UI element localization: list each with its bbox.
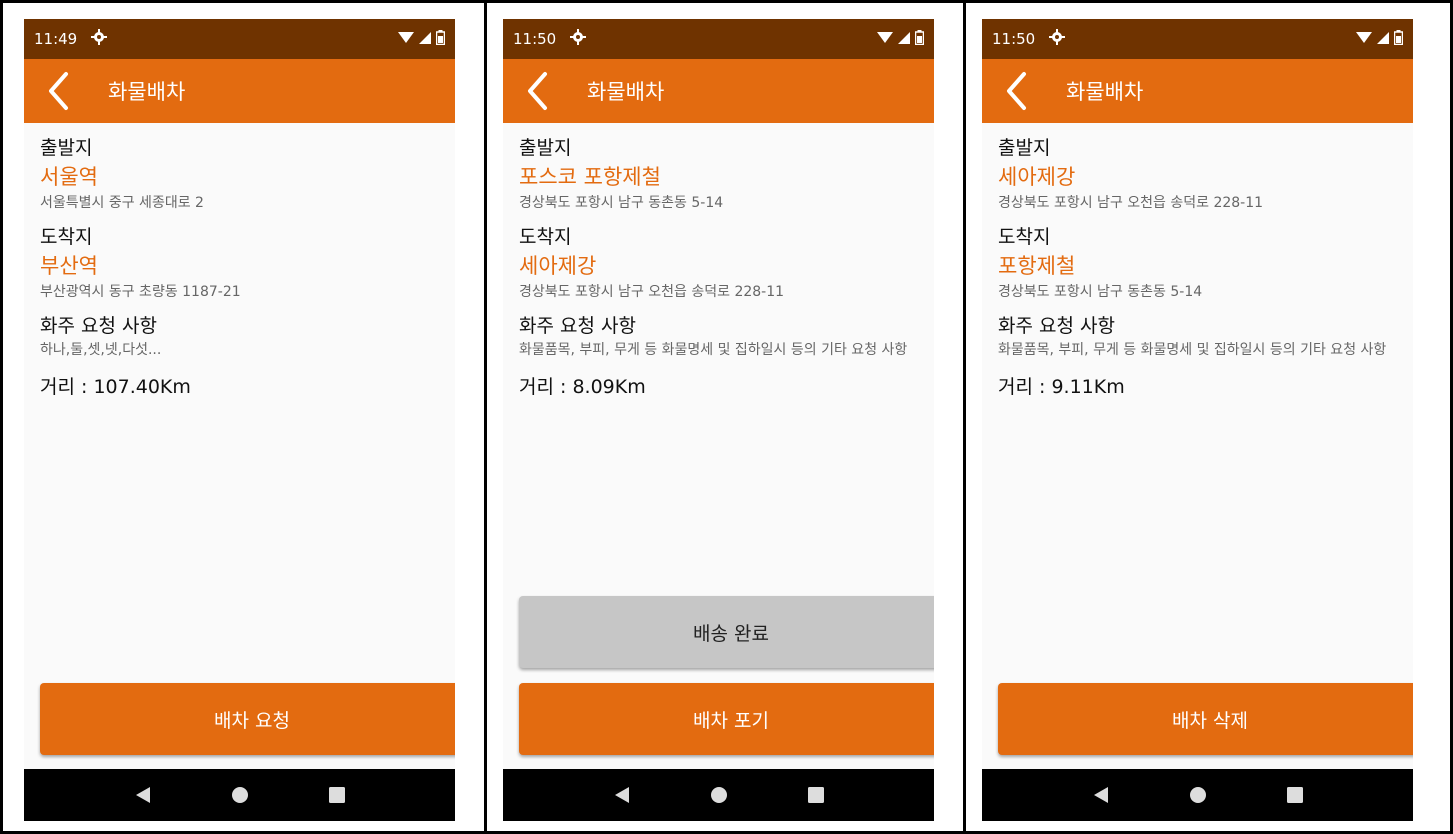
nav-recents-button[interactable]: [317, 775, 357, 815]
panel-divider: [963, 3, 966, 831]
back-arrow-icon: [528, 72, 547, 110]
delete-dispatch-button[interactable]: 배차 삭제: [998, 683, 1413, 755]
nav-back-button[interactable]: [123, 775, 163, 815]
request-text: 화물품목, 부피, 무게 등 화물명세 및 집하일시 등의 기타 요청 사항: [998, 342, 1387, 358]
request-text: 하나,둘,셋,넷,다섯...: [40, 342, 162, 358]
status-bar: 11:49: [24, 19, 455, 59]
app-title: 화물배차: [1066, 80, 1144, 104]
panel-divider: [484, 3, 487, 831]
nav-recents-icon: [1286, 787, 1303, 803]
distance-text: 거리 : 107.40Km: [40, 376, 191, 398]
back-arrow-icon: [49, 72, 68, 110]
wifi-icon: [398, 30, 414, 48]
nav-bar: [982, 769, 1413, 821]
arrival-label: 도착지: [998, 226, 1051, 248]
arrival-label: 도착지: [519, 226, 572, 248]
departure-name: 포스코 포항제철: [519, 165, 661, 189]
dispatch-details: 출발지 포스코 포항제철 경상북도 포항시 남구 동촌동 5-14 도착지 세아…: [519, 123, 920, 399]
phone-screen-3: 11:50 화물배차 출발지 세아제강 경상북도 포항시 남구 오천읍 송덕로 …: [982, 19, 1413, 821]
app-title: 화물배차: [587, 80, 665, 104]
arrival-name: 세아제강: [519, 254, 597, 278]
distance-text: 거리 : 9.11Km: [998, 376, 1125, 398]
back-button[interactable]: [30, 59, 86, 123]
nav-home-button[interactable]: [1178, 775, 1218, 815]
status-time: 11:50: [513, 30, 557, 48]
request-label: 화주 요청 사항: [40, 315, 157, 337]
nav-recents-icon: [807, 787, 824, 803]
nav-home-button[interactable]: [699, 775, 739, 815]
nav-home-icon: [710, 787, 727, 803]
arrival-address: 부산광역시 동구 초량동 1187-21: [40, 284, 241, 300]
back-arrow-icon: [1007, 72, 1026, 110]
status-icons: [1356, 29, 1404, 49]
arrival-name: 부산역: [40, 254, 98, 278]
departure-label: 출발지: [998, 137, 1051, 159]
status-bar: 11:50: [982, 19, 1413, 59]
gear-icon: [91, 29, 108, 49]
signal-icon: [898, 30, 910, 48]
back-button[interactable]: [988, 59, 1044, 123]
departure-address: 경상북도 포항시 남구 동촌동 5-14: [519, 195, 724, 211]
battery-icon: [914, 29, 925, 49]
arrival-label: 도착지: [40, 226, 93, 248]
signal-icon: [1377, 30, 1389, 48]
nav-back-icon: [614, 787, 629, 803]
departure-label: 출발지: [519, 137, 572, 159]
wifi-icon: [1356, 30, 1372, 48]
request-label: 화주 요청 사항: [519, 315, 636, 337]
status-bar: 11:50: [503, 19, 934, 59]
screenshot-collage: 11:49 화물배차 출발지 서울역 서울특별시 중구 세종대로 2 도착지 부…: [0, 0, 1453, 834]
phone-screen-2: 11:50 화물배차 출발지 포스코 포항제철 경상북도 포항시 남구 동촌동 …: [503, 19, 934, 821]
nav-back-icon: [1093, 787, 1108, 803]
arrival-name: 포항제철: [998, 254, 1076, 278]
status-icons: [398, 29, 446, 49]
departure-address: 서울특별시 중구 세종대로 2: [40, 195, 204, 211]
dispatch-details: 출발지 세아제강 경상북도 포항시 남구 오천읍 송덕로 228-11 도착지 …: [998, 123, 1399, 399]
status-time: 11:49: [34, 30, 78, 48]
battery-icon: [435, 29, 446, 49]
app-title: 화물배차: [108, 80, 186, 104]
dispatch-details: 출발지 서울역 서울특별시 중구 세종대로 2 도착지 부산역 부산광역시 동구…: [40, 123, 441, 399]
signal-icon: [419, 30, 431, 48]
request-dispatch-button[interactable]: 배차 요청: [40, 683, 455, 755]
request-label: 화주 요청 사항: [998, 315, 1115, 337]
delivery-complete-button[interactable]: 배송 완료: [519, 596, 934, 668]
nav-back-button[interactable]: [602, 775, 642, 815]
departure-name: 서울역: [40, 165, 98, 189]
status-time: 11:50: [992, 30, 1036, 48]
nav-bar: [503, 769, 934, 821]
departure-label: 출발지: [40, 137, 93, 159]
nav-home-icon: [1189, 787, 1206, 803]
nav-bar: [24, 769, 455, 821]
app-bar: 화물배차: [503, 59, 934, 123]
departure-name: 세아제강: [998, 165, 1076, 189]
nav-recents-button[interactable]: [796, 775, 836, 815]
nav-home-button[interactable]: [220, 775, 260, 815]
status-icons: [877, 29, 925, 49]
wifi-icon: [877, 30, 893, 48]
phone-screen-1: 11:49 화물배차 출발지 서울역 서울특별시 중구 세종대로 2 도착지 부…: [24, 19, 455, 821]
nav-home-icon: [231, 787, 248, 803]
request-text: 화물품목, 부피, 무게 등 화물명세 및 집하일시 등의 기타 요청 사항: [519, 342, 908, 358]
departure-address: 경상북도 포항시 남구 오천읍 송덕로 228-11: [998, 195, 1264, 211]
cancel-dispatch-button[interactable]: 배차 포기: [519, 683, 934, 755]
gear-icon: [570, 29, 587, 49]
back-button[interactable]: [509, 59, 565, 123]
battery-icon: [1393, 29, 1404, 49]
app-bar: 화물배차: [24, 59, 455, 123]
distance-text: 거리 : 8.09Km: [519, 376, 646, 398]
gear-icon: [1049, 29, 1066, 49]
nav-back-icon: [135, 787, 150, 803]
arrival-address: 경상북도 포항시 남구 동촌동 5-14: [998, 284, 1203, 300]
arrival-address: 경상북도 포항시 남구 오천읍 송덕로 228-11: [519, 284, 785, 300]
nav-back-button[interactable]: [1081, 775, 1121, 815]
app-bar: 화물배차: [982, 59, 1413, 123]
nav-recents-icon: [328, 787, 345, 803]
nav-recents-button[interactable]: [1275, 775, 1315, 815]
